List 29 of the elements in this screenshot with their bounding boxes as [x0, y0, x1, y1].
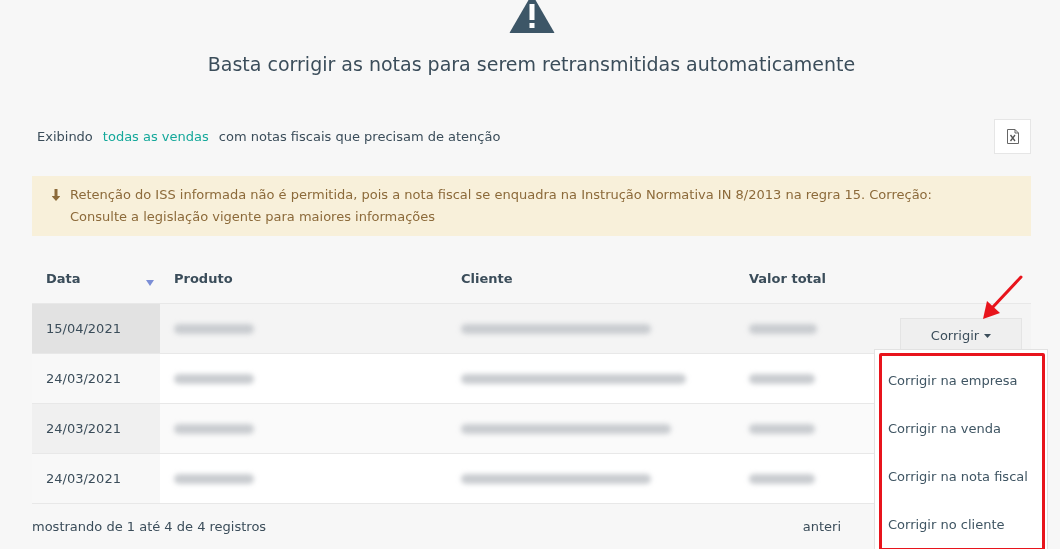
menu-item[interactable]: Corrigir na empresa	[882, 356, 1042, 404]
menu-item[interactable]: Corrigir na nota fiscal	[882, 452, 1042, 500]
date-cell: 24/03/2021	[32, 454, 160, 503]
sort-icon[interactable]	[146, 279, 154, 286]
blurred-text	[749, 323, 817, 334]
page-heading: Basta corrigir as notas para serem retransmitidas automaticamente	[207, 53, 856, 75]
date-cell: 15/04/2021	[32, 304, 160, 353]
column-header[interactable]: Data	[46, 271, 81, 286]
date-cell: 24/03/2021	[32, 354, 160, 403]
blurred-text	[749, 373, 815, 384]
blurred-text	[749, 473, 815, 484]
caret-icon	[984, 333, 992, 338]
alert-message: Retenção do ISS informada não é permitida, pois a nota fiscal se enquadra na Instrução Normativa IN 8/2013 na regra 15. Correção: Consulte a legislação vigente para maiores informações	[70, 186, 933, 226]
records-info: mostrando de 1 até 4 de 4 registros	[32, 519, 267, 534]
filter-label: Exibindo	[37, 129, 93, 144]
menu-item[interactable]: Corrigir no cliente	[882, 500, 1042, 548]
column-header[interactable]: Produto	[174, 271, 233, 286]
previous-page-link[interactable]: anteri	[802, 519, 841, 534]
spreadsheet-file-icon	[1006, 129, 1019, 144]
filter-description: com notas fiscais que precisam de atenção	[218, 129, 501, 144]
warning-icon	[508, 0, 555, 33]
blurred-text	[749, 423, 815, 434]
column-header[interactable]: Valor total	[749, 271, 827, 286]
pointer-arrow	[980, 275, 1024, 321]
export-button[interactable]	[994, 119, 1031, 154]
arrow-down-icon	[52, 189, 60, 201]
column-header[interactable]: Cliente	[461, 271, 513, 286]
menu-item[interactable]: Corrigir na venda	[882, 404, 1042, 452]
date-cell: 24/03/2021	[32, 404, 160, 453]
